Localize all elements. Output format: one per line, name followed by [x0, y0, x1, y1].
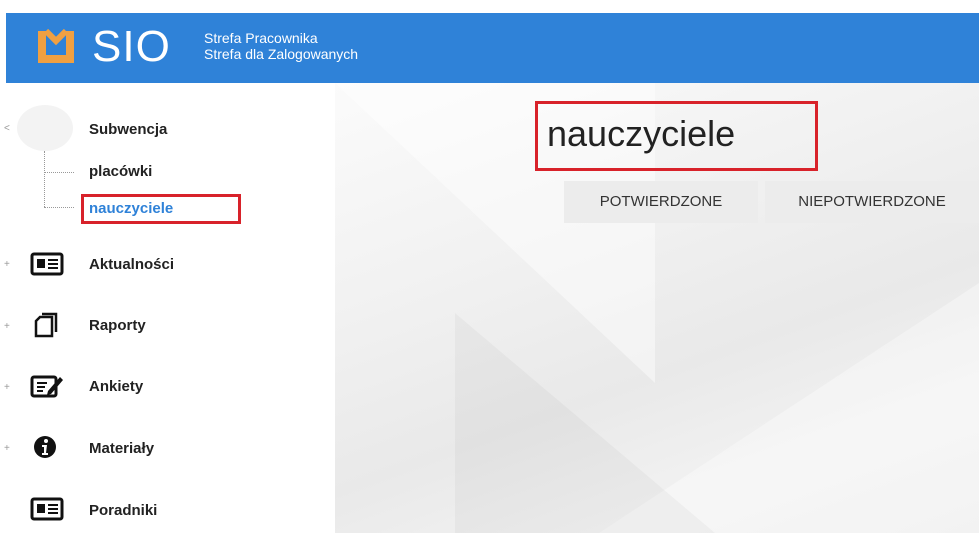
sidebar: < Subwencja placówki nauczyciele + Aktua… [0, 83, 335, 533]
info-icon [34, 436, 56, 458]
header-subtitle-2: Strefa dla Zalogowanych [204, 46, 359, 62]
collapse-arrow-icon[interactable]: < [4, 124, 10, 134]
annotation-highlight-box [81, 194, 241, 224]
expand-plus-icon[interactable]: + [4, 322, 10, 332]
background-facet [455, 313, 715, 533]
sidebar-subitem-placowki[interactable]: placówki [89, 163, 152, 180]
expand-plus-icon[interactable]: + [4, 444, 10, 454]
main-content: nauczyciele POTWIERDZONE NIEPOTWIERDZONE [335, 83, 979, 533]
sidebar-item-materialy[interactable]: Materiały [89, 440, 154, 457]
sidebar-item-subwencja[interactable]: Subwencja [89, 121, 167, 138]
sidebar-item-raporty[interactable]: Raporty [89, 317, 146, 334]
sio-logo-icon[interactable] [34, 27, 78, 67]
newspaper-icon [30, 252, 64, 276]
sidebar-item-ankiety[interactable]: Ankiety [89, 378, 143, 395]
expand-plus-icon[interactable]: + [4, 260, 10, 270]
document-icon [34, 312, 58, 338]
tree-connector [44, 172, 74, 173]
sidebar-item-aktualnosci[interactable]: Aktualności [89, 256, 174, 273]
tab-niepotwierdzone[interactable]: NIEPOTWIERDZONE [765, 181, 979, 223]
tree-connector [44, 207, 74, 208]
header-subtitle-1: Strefa Pracownika [204, 30, 318, 46]
subwencja-icon [17, 105, 73, 151]
newspaper-icon [30, 497, 64, 521]
app-header: SIO Strefa Pracownika Strefa dla Zalogow… [6, 13, 979, 83]
tab-potwierdzone[interactable]: POTWIERDZONE [564, 181, 758, 223]
expand-plus-icon[interactable]: + [4, 383, 10, 393]
app-logo-text[interactable]: SIO [92, 17, 171, 77]
sidebar-item-poradniki[interactable]: Poradniki [89, 502, 157, 519]
annotation-highlight-box [535, 101, 818, 171]
edit-icon [30, 375, 63, 398]
tree-connector [44, 151, 45, 207]
